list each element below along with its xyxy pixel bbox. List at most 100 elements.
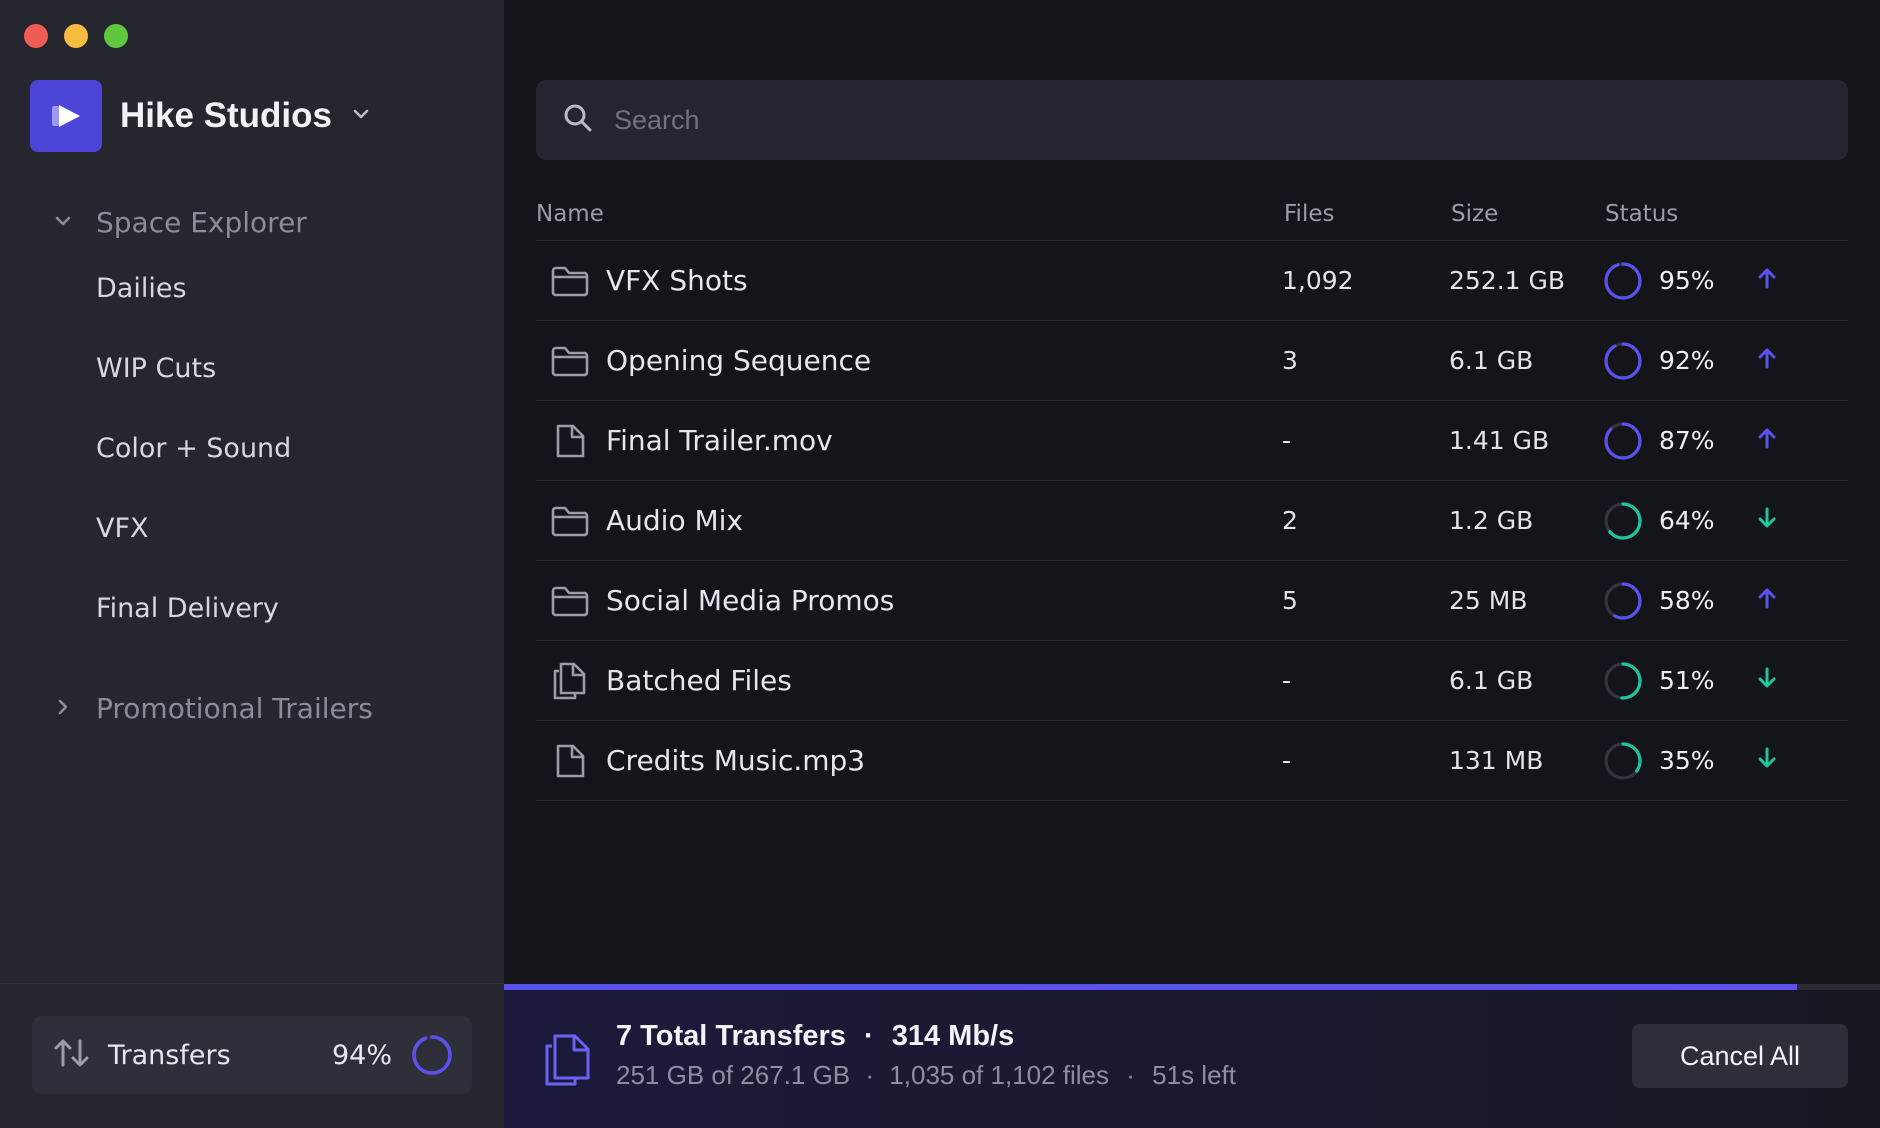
row-percent: 87% [1659, 426, 1715, 455]
row-name-cell: Batched Files [536, 661, 1282, 701]
summary-speed: 314 Mb/s [891, 1020, 1015, 1052]
row-files: - [1282, 666, 1292, 695]
sidebar-item-wip-cuts[interactable]: WIP Cuts [0, 328, 504, 408]
window-controls [24, 24, 128, 48]
summary-size-progress: 251 GB of 267.1 GB [616, 1060, 851, 1090]
table-header: Name Files Size Status [536, 188, 1848, 241]
upload-arrow-icon [1729, 346, 1779, 376]
search-bar [536, 80, 1848, 160]
row-percent: 92% [1659, 346, 1715, 375]
workspace-logo-icon [30, 80, 102, 152]
transfers-table: Name Files Size Status VFX Shots 1,092 252… [536, 188, 1848, 801]
zoom-window-button[interactable] [104, 24, 128, 48]
row-name: Opening Sequence [606, 344, 872, 377]
table-row[interactable]: Audio Mix 2 1.2 GB 64% [536, 481, 1848, 561]
row-percent: 51% [1659, 666, 1715, 695]
app-window: Hike Studios Space Explorer Dailies WIP … [0, 0, 1880, 1128]
upload-arrow-icon [1729, 266, 1779, 296]
sidebar-item-vfx[interactable]: VFX [0, 488, 504, 568]
row-status: 87% [1603, 421, 1848, 461]
transfers-section: Transfers 94% [0, 983, 504, 1128]
progress-ring-icon [1604, 661, 1642, 700]
nav-group-space-explorer[interactable]: Space Explorer [0, 196, 504, 248]
close-window-button[interactable] [24, 24, 48, 48]
overall-progress-fill [504, 984, 1798, 990]
column-header-status[interactable]: Status [1605, 201, 1848, 227]
table-body: VFX Shots 1,092 252.1 GB 95% Opening Sequenc… [536, 241, 1848, 801]
files-icon [550, 661, 590, 701]
row-files: 2 [1282, 506, 1298, 535]
progress-ring-icon [1604, 421, 1642, 460]
row-name: Batched Files [606, 664, 792, 697]
table-row[interactable]: Batched Files - 6.1 GB 51% [536, 641, 1848, 721]
workspace-switcher[interactable]: Hike Studios [30, 80, 372, 152]
column-header-name[interactable]: Name [536, 201, 1282, 227]
row-size: 1.2 GB [1449, 506, 1534, 535]
row-size: 252.1 GB [1449, 266, 1566, 295]
sidebar-nav: Space Explorer Dailies WIP Cuts Color + … [0, 196, 504, 734]
table-row[interactable]: Credits Music.mp3 - 131 MB 35% [536, 721, 1848, 801]
chevron-down-icon [52, 206, 74, 239]
upload-arrow-icon [1729, 426, 1779, 456]
table-row[interactable]: Final Trailer.mov - 1.41 GB 87% [536, 401, 1848, 481]
upload-arrow-icon [1729, 586, 1779, 616]
row-size: 6.1 GB [1449, 346, 1534, 375]
summary-total: 7 Total Transfers [616, 1020, 846, 1052]
row-name: Social Media Promos [606, 584, 895, 617]
transfers-label: Transfers [108, 1039, 231, 1071]
workspace-name: Hike Studios [120, 96, 332, 135]
summary-time-left: 51s left [1152, 1060, 1236, 1090]
chevron-down-icon [350, 103, 372, 129]
download-arrow-icon [1729, 666, 1779, 696]
transfers-button[interactable]: Transfers 94% [32, 1016, 472, 1094]
progress-ring-icon [1604, 581, 1642, 620]
transfers-progress-ring-icon [412, 1035, 452, 1075]
row-percent: 64% [1659, 506, 1715, 535]
row-size: 25 MB [1449, 586, 1528, 615]
files-icon [544, 1032, 594, 1092]
minimize-window-button[interactable] [64, 24, 88, 48]
row-name: Final Trailer.mov [606, 424, 833, 457]
summary-files-progress: 1,035 of 1,102 files [889, 1060, 1110, 1090]
row-size: 131 MB [1449, 746, 1544, 775]
row-name-cell: VFX Shots [536, 261, 1282, 301]
download-arrow-icon [1729, 506, 1779, 536]
row-name-cell: Credits Music.mp3 [536, 741, 1282, 781]
transfer-summary-bar: 7 Total Transfers · 314 Mb/s 251 GB of 2… [504, 984, 1880, 1128]
search-input[interactable] [612, 103, 1774, 137]
summary-title: 7 Total Transfers · 314 Mb/s [616, 1020, 1015, 1052]
column-header-size[interactable]: Size [1451, 201, 1605, 227]
row-status: 92% [1603, 341, 1848, 381]
row-percent: 35% [1659, 746, 1715, 775]
row-name: VFX Shots [606, 264, 748, 297]
main-panel: Name Files Size Status VFX Shots1,092252… [504, 0, 1880, 1128]
table-row[interactable]: Opening Sequence 3 6.1 GB 92% [536, 321, 1848, 401]
summary-details: 251 GB of 267.1 GB · 1,035 of 1,102 file… [616, 1060, 1236, 1090]
row-status: 51% [1603, 661, 1848, 701]
row-size: 1.41 GB [1449, 426, 1550, 455]
row-name: Audio Mix [606, 504, 743, 537]
row-status: 95% [1603, 261, 1848, 301]
table-row[interactable]: VFX Shots 1,092 252.1 GB 95% [536, 241, 1848, 321]
sidebar-item-color-sound[interactable]: Color + Sound [0, 408, 504, 488]
transfer-arrows-icon [52, 1035, 92, 1075]
cancel-all-button[interactable]: Cancel All [1632, 1024, 1848, 1088]
folder-icon [550, 581, 590, 621]
row-files: - [1282, 746, 1292, 775]
row-status: 35% [1603, 741, 1848, 781]
sidebar-item-final-delivery[interactable]: Final Delivery [0, 568, 504, 648]
table-row[interactable]: Social Media Promos 5 25 MB 58% [536, 561, 1848, 641]
row-percent: 58% [1659, 586, 1715, 615]
progress-ring-icon [1604, 261, 1642, 300]
file-icon [550, 741, 590, 781]
row-files: 1,092 [1282, 266, 1354, 295]
row-name-cell: Opening Sequence [536, 341, 1282, 381]
progress-ring-icon [1604, 341, 1642, 380]
column-header-files[interactable]: Files [1282, 201, 1451, 227]
row-files: 5 [1282, 586, 1298, 615]
nav-group-promotional-trailers[interactable]: Promotional Trailers [0, 682, 504, 734]
file-icon [550, 421, 590, 461]
row-name-cell: Social Media Promos [536, 581, 1282, 621]
row-files: 3 [1282, 346, 1298, 375]
sidebar-item-dailies[interactable]: Dailies [0, 248, 504, 328]
